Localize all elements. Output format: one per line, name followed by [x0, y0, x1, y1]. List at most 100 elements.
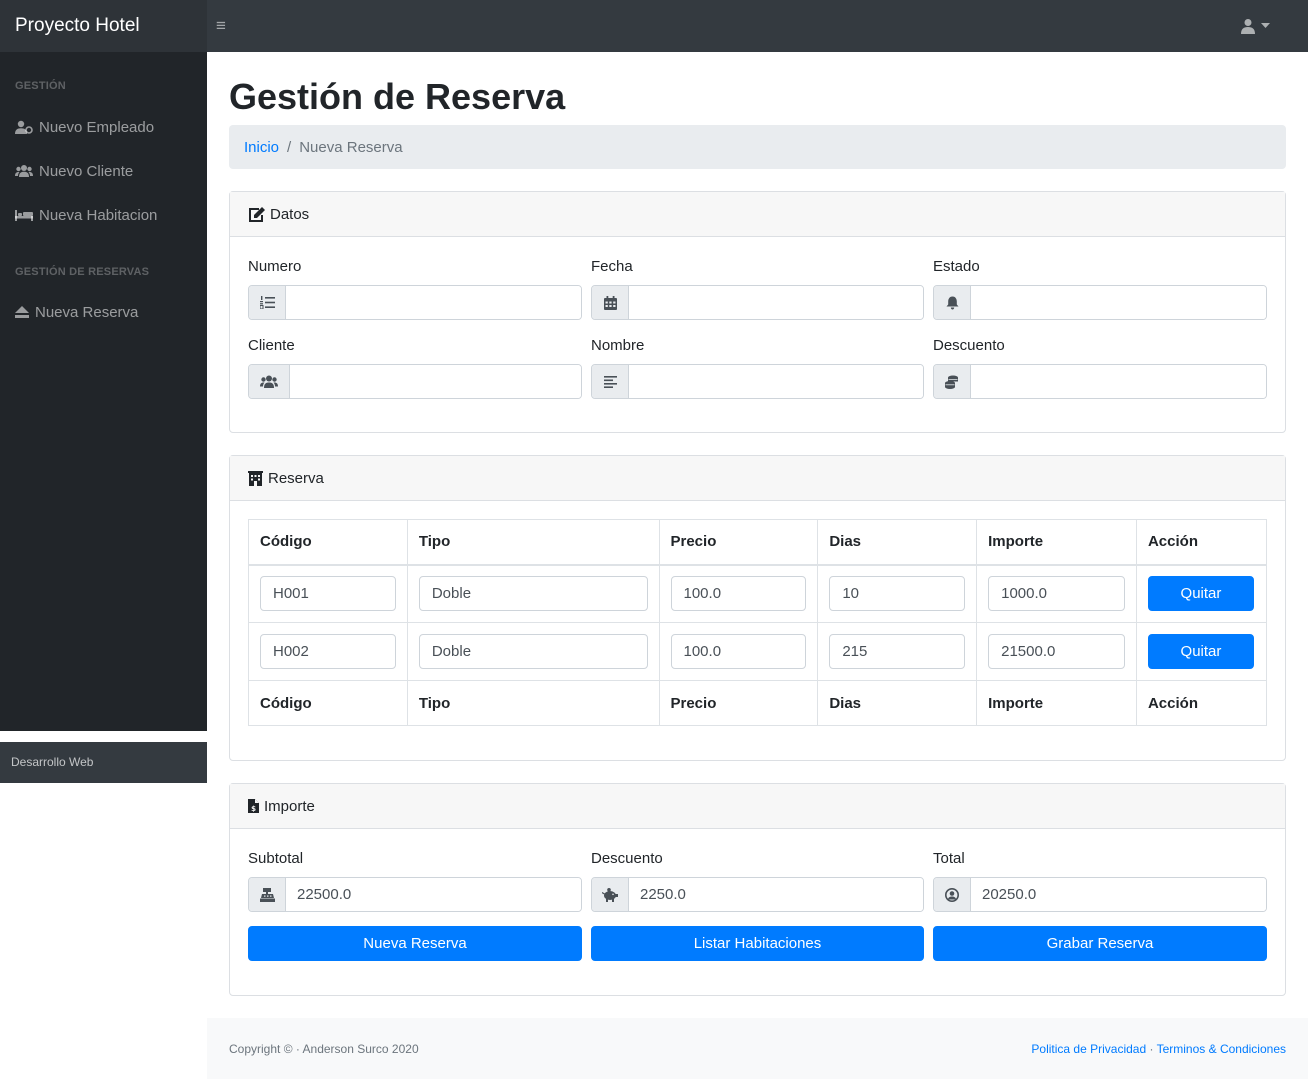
column-footer-dias: Dias [817, 680, 978, 726]
align-left-icon [592, 365, 629, 398]
cash-register-icon [249, 878, 286, 911]
caret-down-icon [1261, 23, 1270, 28]
reserva-card-header: Reserva [230, 456, 1285, 501]
codigo-input[interactable] [260, 634, 396, 669]
breadcrumb: Inicio / Nueva Reserva [229, 125, 1286, 169]
dias-input[interactable] [829, 634, 966, 669]
breadcrumb-separator: / [287, 138, 292, 156]
estado-label: Estado [933, 258, 980, 275]
page-footer: Copyright © · Anderson Surco 2020 Politi… [207, 1018, 1308, 1079]
column-header-dias: Dias [817, 519, 978, 566]
quitar-button[interactable]: Quitar [1147, 576, 1254, 612]
importe-input[interactable] [988, 576, 1125, 612]
list-ol-icon [249, 286, 286, 319]
user-menu-button[interactable] [1240, 16, 1270, 36]
table-cell: Quitar [1135, 622, 1268, 681]
numero-input-group [248, 285, 582, 320]
total-label: Total [933, 850, 965, 867]
column-header-precio: Precio [658, 519, 819, 566]
file-invoice-dollar-icon: $ [248, 799, 259, 813]
nombre-input[interactable] [629, 365, 923, 398]
reserva-table: Código Tipo Precio Dias Importe Acción Q… [248, 519, 1268, 726]
footer-links: Politica de Privacidad · Terminos & Cond… [1031, 1042, 1286, 1056]
users-icon [249, 365, 290, 398]
page-title: Gestión de Reserva [229, 76, 566, 117]
total-input[interactable] [971, 878, 1266, 911]
svg-text:$: $ [251, 805, 256, 813]
subtotal-input-group [248, 877, 582, 912]
table-row: Quitar [248, 564, 1268, 623]
breadcrumb-home-link[interactable]: Inicio [244, 139, 279, 156]
nombre-label: Nombre [591, 337, 645, 354]
grabar-reserva-button[interactable]: Grabar Reserva [933, 926, 1267, 961]
numero-input[interactable] [286, 286, 581, 319]
column-footer-codigo: Código [248, 680, 408, 726]
table-footer-row: Código Tipo Precio Dias Importe Acción [248, 680, 1268, 726]
breadcrumb-current: Nueva Reserva [299, 138, 403, 156]
quitar-button[interactable]: Quitar [1147, 634, 1254, 669]
table-row: Quitar [248, 622, 1268, 681]
calendar-icon [592, 286, 629, 319]
precio-input[interactable] [670, 634, 807, 669]
sidebar-heading-reservas: GESTIÓN DE RESERVAS [15, 266, 150, 278]
subtotal-input[interactable] [286, 878, 581, 911]
sidebar-item-nueva-reserva[interactable]: Nueva Reserva [15, 301, 138, 323]
table-cell: Quitar [1135, 564, 1268, 623]
piggy-bank-icon [592, 878, 629, 911]
column-header-codigo: Código [248, 519, 408, 566]
terms-link[interactable]: Terminos & Condiciones [1157, 1042, 1286, 1056]
sidebar: GESTIÓN Nuevo Empleado Nuevo Cliente Nue… [0, 52, 207, 783]
importe-card: $ Importe Subtotal Descuento Total Nueva… [229, 783, 1286, 996]
descuento-total-input[interactable] [629, 878, 923, 911]
table-cell [248, 564, 408, 623]
edit-icon [249, 206, 265, 222]
descuento-input[interactable] [971, 365, 1266, 398]
fecha-label: Fecha [591, 258, 633, 275]
table-cell [976, 622, 1137, 681]
descuento-total-input-group [591, 877, 924, 912]
sidebar-footer: Desarrollo Web [0, 742, 207, 783]
user-dollar-icon [934, 878, 971, 911]
cliente-input[interactable] [290, 365, 581, 398]
footer-separator: · [1146, 1042, 1157, 1056]
table-cell [817, 564, 978, 623]
table-header-row: Código Tipo Precio Dias Importe Acción [248, 519, 1268, 566]
importe-card-title: Importe [264, 797, 315, 815]
tipo-input[interactable] [418, 576, 648, 612]
sidebar-item-label: Nuevo Empleado [39, 118, 155, 136]
table-cell [658, 622, 819, 681]
sidebar-item-label: Nueva Reserva [35, 303, 139, 321]
dias-input[interactable] [829, 576, 966, 612]
codigo-input[interactable] [260, 576, 396, 612]
precio-input[interactable] [670, 576, 807, 612]
table-cell [248, 622, 408, 681]
sidebar-item-nuevo-cliente[interactable]: Nuevo Cliente [15, 160, 133, 182]
importe-input[interactable] [988, 634, 1125, 669]
table-cell [817, 622, 978, 681]
reserva-card-title: Reserva [268, 469, 324, 487]
listar-habitaciones-button[interactable]: Listar Habitaciones [591, 926, 924, 961]
descuento-input-group [933, 364, 1267, 399]
sidebar-item-label: Nueva Habitacion [39, 206, 158, 224]
importe-card-header: $ Importe [230, 784, 1285, 829]
estado-input[interactable] [971, 286, 1266, 319]
tipo-input[interactable] [418, 634, 648, 669]
bed-icon [15, 210, 33, 221]
nueva-reserva-button[interactable]: Nueva Reserva [248, 926, 582, 961]
datos-card: Datos Numero Fecha Estado Cliente Nombre… [229, 191, 1286, 433]
datos-card-title: Datos [270, 205, 310, 223]
brand-title[interactable]: Proyecto Hotel [0, 0, 207, 52]
sidebar-item-nuevo-empleado[interactable]: Nuevo Empleado [15, 116, 154, 138]
table-cell [658, 564, 819, 623]
descuento-total-label: Descuento [591, 850, 663, 867]
privacy-link[interactable]: Politica de Privacidad [1031, 1042, 1146, 1056]
sidebar-item-nueva-habitacion[interactable]: Nueva Habitacion [15, 204, 157, 226]
column-footer-importe: Importe [976, 680, 1137, 726]
table-cell [406, 622, 660, 681]
eject-icon [15, 306, 29, 318]
numero-label: Numero [248, 258, 302, 275]
reserva-card: Reserva Código Tipo Precio Dias Importe … [229, 455, 1286, 761]
sidebar-toggle-icon[interactable]: ≡ [212, 16, 230, 36]
subtotal-label: Subtotal [248, 850, 304, 867]
fecha-input[interactable] [629, 286, 923, 319]
